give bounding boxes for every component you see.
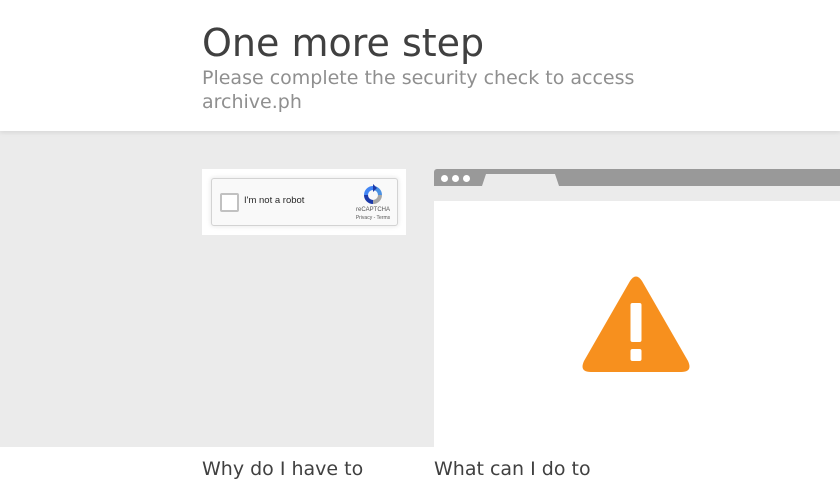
page-title: One more step [202, 21, 485, 65]
what-can-i-do-heading: What can I do to [434, 458, 591, 480]
window-dot-icon [441, 175, 448, 182]
page-subtitle: Please complete the security check to ac… [202, 67, 635, 113]
recaptcha-widget: I'm not a robot reCAPTCHA Privacy - Term… [211, 178, 398, 226]
recaptcha-brand: reCAPTCHA [355, 207, 390, 213]
browser-viewport [434, 201, 840, 447]
browser-illustration [434, 169, 840, 447]
browser-tab [482, 174, 559, 186]
why-heading: Why do I have to [202, 458, 364, 480]
warning-icon [582, 276, 690, 372]
recaptcha-privacy-terms-links[interactable]: Privacy - Terms [348, 215, 398, 221]
recaptcha-checkbox[interactable] [220, 193, 239, 212]
browser-toolbar [434, 169, 840, 186]
recaptcha-logo-icon [364, 184, 382, 204]
window-dot-icon [463, 175, 470, 182]
captcha-panel: I'm not a robot reCAPTCHA Privacy - Term… [202, 169, 406, 235]
header: One more step Please complete the securi… [0, 0, 840, 131]
window-dot-icon [452, 175, 459, 182]
recaptcha-label: I'm not a robot [244, 195, 305, 206]
